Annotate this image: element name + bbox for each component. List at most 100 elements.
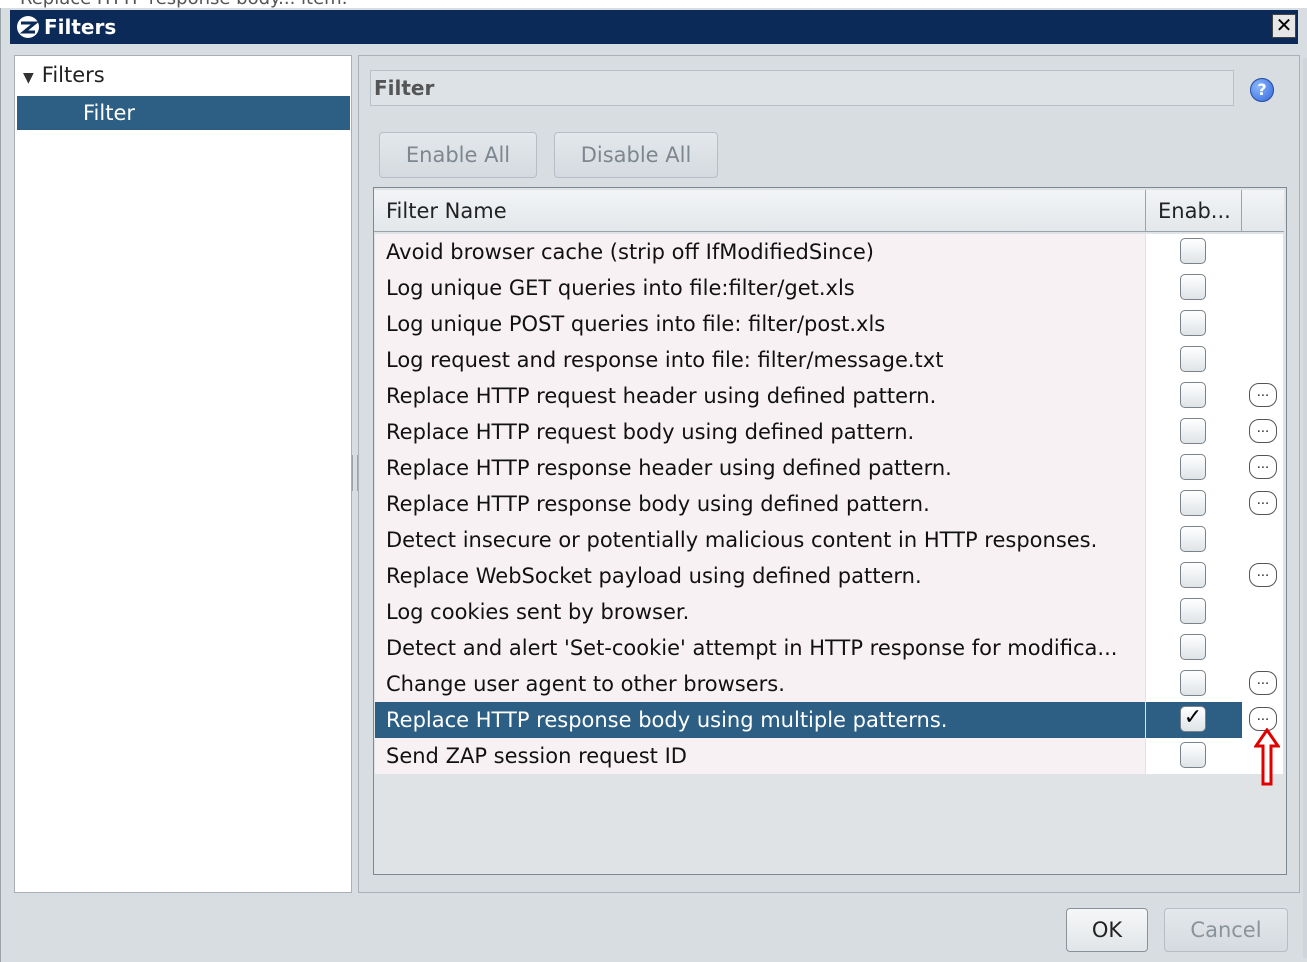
options-button[interactable]: ... — [1249, 563, 1277, 587]
red-up-arrow-icon — [1254, 728, 1280, 786]
options-cell: ... — [1242, 450, 1283, 486]
enabled-cell — [1146, 594, 1242, 630]
enabled-cell — [1146, 270, 1242, 306]
table-row[interactable]: Log unique POST queries into file: filte… — [375, 306, 1283, 342]
enable-checkbox[interactable] — [1180, 670, 1206, 696]
table-row[interactable]: Avoid browser cache (strip off IfModifie… — [375, 234, 1283, 270]
enable-checkbox[interactable] — [1180, 346, 1206, 372]
filter-name-cell[interactable]: Replace HTTP response body using defined… — [375, 486, 1145, 522]
options-cell — [1242, 306, 1283, 342]
enable-all-button[interactable]: Enable All — [379, 132, 537, 178]
help-icon[interactable]: ? — [1250, 78, 1274, 102]
filter-name-cell[interactable]: Replace HTTP request body using defined … — [375, 414, 1145, 450]
enable-checkbox[interactable] — [1180, 742, 1206, 768]
enable-checkbox[interactable] — [1180, 274, 1206, 300]
options-cell — [1242, 630, 1283, 666]
tree-node-filters[interactable]: ▼ Filters — [23, 60, 105, 90]
table-row[interactable]: Log unique GET queries into file:filter/… — [375, 270, 1283, 306]
filter-name-cell[interactable]: Log unique GET queries into file:filter/… — [375, 270, 1145, 306]
enable-checkbox[interactable] — [1180, 238, 1206, 264]
table-row[interactable]: Replace WebSocket payload using defined … — [375, 558, 1283, 594]
zap-logo-icon — [17, 16, 40, 38]
enabled-cell — [1146, 378, 1242, 414]
enable-checkbox[interactable]: ✓ — [1180, 706, 1206, 732]
enabled-cell — [1146, 738, 1242, 774]
table-row[interactable]: Log cookies sent by browser. — [375, 594, 1283, 630]
tree-node-filter[interactable]: Filter — [17, 96, 350, 130]
options-cell: ... — [1242, 558, 1283, 594]
filter-name-cell[interactable]: Send ZAP session request ID — [375, 738, 1145, 774]
panel-header: Filter — [370, 70, 1234, 106]
enabled-cell — [1146, 558, 1242, 594]
window-edge — [1303, 58, 1307, 958]
options-cell: ... — [1242, 486, 1283, 522]
expand-triangle-icon[interactable]: ▼ — [23, 70, 34, 86]
close-button[interactable]: ✕ — [1272, 14, 1296, 38]
filter-name-cell[interactable]: Detect and alert 'Set-cookie' attempt in… — [375, 630, 1145, 666]
column-header-filter-name[interactable]: Filter Name — [386, 190, 507, 232]
enabled-cell: ✓ — [1146, 702, 1242, 738]
options-cell — [1242, 270, 1283, 306]
filter-name-cell[interactable]: Log request and response into file: filt… — [375, 342, 1145, 378]
options-button[interactable]: ... — [1249, 383, 1277, 407]
options-cell: ... — [1242, 378, 1283, 414]
column-divider[interactable] — [1241, 190, 1242, 232]
enable-checkbox[interactable] — [1180, 382, 1206, 408]
table-row[interactable]: Replace HTTP response body using defined… — [375, 486, 1283, 522]
filter-name-cell[interactable]: Replace HTTP response body using multipl… — [375, 702, 1145, 738]
enabled-cell — [1146, 522, 1242, 558]
dialog-title: Filters — [44, 15, 117, 39]
filter-name-cell[interactable]: Change user agent to other browsers. — [375, 666, 1145, 702]
options-button[interactable]: ... — [1249, 491, 1277, 515]
column-divider[interactable] — [1145, 190, 1146, 232]
filters-tree: ▼ Filters Filter — [14, 55, 352, 893]
enable-checkbox[interactable] — [1180, 490, 1206, 516]
ok-button[interactable]: OK — [1066, 908, 1148, 952]
table-row[interactable]: Replace HTTP response header using defin… — [375, 450, 1283, 486]
table-row[interactable]: Replace HTTP response body using multipl… — [375, 702, 1283, 738]
table-row[interactable]: Send ZAP session request ID — [375, 738, 1283, 774]
filter-name-cell[interactable]: Detect insecure or potentially malicious… — [375, 522, 1145, 558]
enabled-cell — [1146, 666, 1242, 702]
filter-name-cell[interactable]: Avoid browser cache (strip off IfModifie… — [375, 234, 1145, 270]
enable-checkbox[interactable] — [1180, 562, 1206, 588]
table-row[interactable]: Change user agent to other browsers.... — [375, 666, 1283, 702]
options-button[interactable]: ... — [1249, 671, 1277, 695]
enabled-cell — [1146, 450, 1242, 486]
filter-name-cell[interactable]: Replace HTTP response header using defin… — [375, 450, 1145, 486]
enable-checkbox[interactable] — [1180, 634, 1206, 660]
filter-name-cell[interactable]: Log cookies sent by browser. — [375, 594, 1145, 630]
options-cell — [1242, 342, 1283, 378]
table-row[interactable]: Log request and response into file: filt… — [375, 342, 1283, 378]
options-cell: ... — [1242, 414, 1283, 450]
filter-name-cell[interactable]: Replace HTTP request header using define… — [375, 378, 1145, 414]
disable-all-button[interactable]: Disable All — [554, 132, 718, 178]
filter-name-cell[interactable]: Replace WebSocket payload using defined … — [375, 558, 1145, 594]
options-button[interactable]: ... — [1249, 455, 1277, 479]
table-empty-area — [375, 774, 1283, 872]
cancel-button[interactable]: Cancel — [1164, 908, 1288, 952]
options-button[interactable]: ... — [1249, 419, 1277, 443]
table-header: Filter Name Enab... — [374, 190, 1284, 232]
enable-checkbox[interactable] — [1180, 526, 1206, 552]
enabled-cell — [1146, 630, 1242, 666]
table-body: Avoid browser cache (strip off IfModifie… — [375, 234, 1283, 774]
enable-checkbox[interactable] — [1180, 418, 1206, 444]
options-cell — [1242, 522, 1283, 558]
table-row[interactable]: Replace HTTP request body using defined … — [375, 414, 1283, 450]
column-header-enabled[interactable]: Enab... — [1158, 190, 1231, 232]
table-row[interactable]: Detect insecure or potentially malicious… — [375, 522, 1283, 558]
table-row[interactable]: Replace HTTP request header using define… — [375, 378, 1283, 414]
options-cell — [1242, 594, 1283, 630]
filter-name-cell[interactable]: Log unique POST queries into file: filte… — [375, 306, 1145, 342]
enabled-cell — [1146, 234, 1242, 270]
tree-node-label: Filters — [41, 63, 105, 87]
options-cell — [1242, 234, 1283, 270]
enabled-cell — [1146, 342, 1242, 378]
enable-checkbox[interactable] — [1180, 454, 1206, 480]
enable-checkbox[interactable] — [1180, 310, 1206, 336]
enabled-cell — [1146, 486, 1242, 522]
table-row[interactable]: Detect and alert 'Set-cookie' attempt in… — [375, 630, 1283, 666]
enable-checkbox[interactable] — [1180, 598, 1206, 624]
enabled-cell — [1146, 414, 1242, 450]
